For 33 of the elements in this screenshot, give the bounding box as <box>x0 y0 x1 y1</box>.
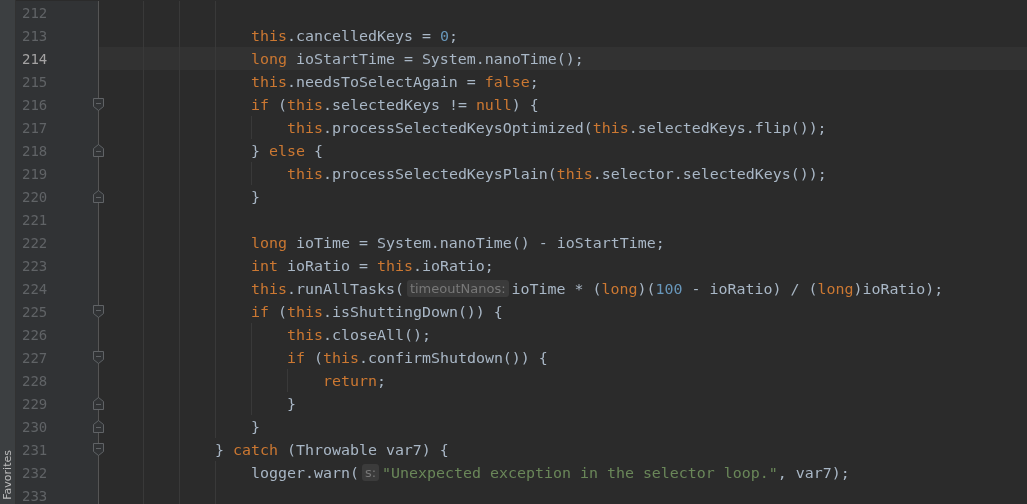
code-text: int ioRatio = this.ioRatio; <box>251 256 494 275</box>
code-text: if (this.selectedKeys != null) { <box>251 95 539 114</box>
code-text: this.needsToSelectAgain = false; <box>251 72 539 91</box>
fold-icon[interactable] <box>93 305 104 318</box>
code-text: } catch (Throwable var7) { <box>215 440 449 459</box>
code-text: ioTime * (long)(100 - ioRatio) / (long)ioRatio); <box>511 279 944 298</box>
fold-icon[interactable] <box>93 190 104 203</box>
fold-icon[interactable] <box>93 98 104 111</box>
code-text: this.processSelectedKeysOptimized(this.selectedKeys.flip()); <box>287 118 827 137</box>
parameter-hint: timeoutNanos: <box>406 280 509 297</box>
code-text: this.cancelledKeys = 0; <box>251 26 458 45</box>
code-text: logger.warn( <box>251 463 359 482</box>
code-text: } else { <box>251 141 323 160</box>
fold-icon[interactable] <box>93 397 104 410</box>
code-text: this.runAllTasks( <box>251 279 404 298</box>
code-text: } <box>251 417 260 436</box>
fold-icon[interactable] <box>93 144 104 157</box>
code-text: if (this.isShuttingDown()) { <box>251 302 503 321</box>
fold-icon[interactable] <box>93 351 104 364</box>
code-text: } <box>287 394 296 413</box>
line-number: 214 <box>22 50 48 67</box>
fold-icon[interactable] <box>93 443 104 456</box>
code-text: return; <box>323 371 386 390</box>
code-text: if (this.confirmShutdown()) { <box>287 348 548 367</box>
code-text: "Unexpected exception in the selector loop.", var7); <box>382 463 850 482</box>
fold-icon[interactable] <box>93 420 104 433</box>
code-text: this.closeAll(); <box>287 325 431 344</box>
code-text: this.processSelectedKeysPlain(this.selector.selectedKeys()); <box>287 164 827 183</box>
code-text: long ioTime = System.nanoTime() - ioStartTime; <box>251 233 665 252</box>
code-text: } <box>251 187 260 206</box>
parameter-hint: s: <box>361 464 380 481</box>
favorites-tab[interactable]: Favorites <box>1 444 14 504</box>
code-text: long ioStartTime = System.nanoTime(); <box>251 49 584 68</box>
